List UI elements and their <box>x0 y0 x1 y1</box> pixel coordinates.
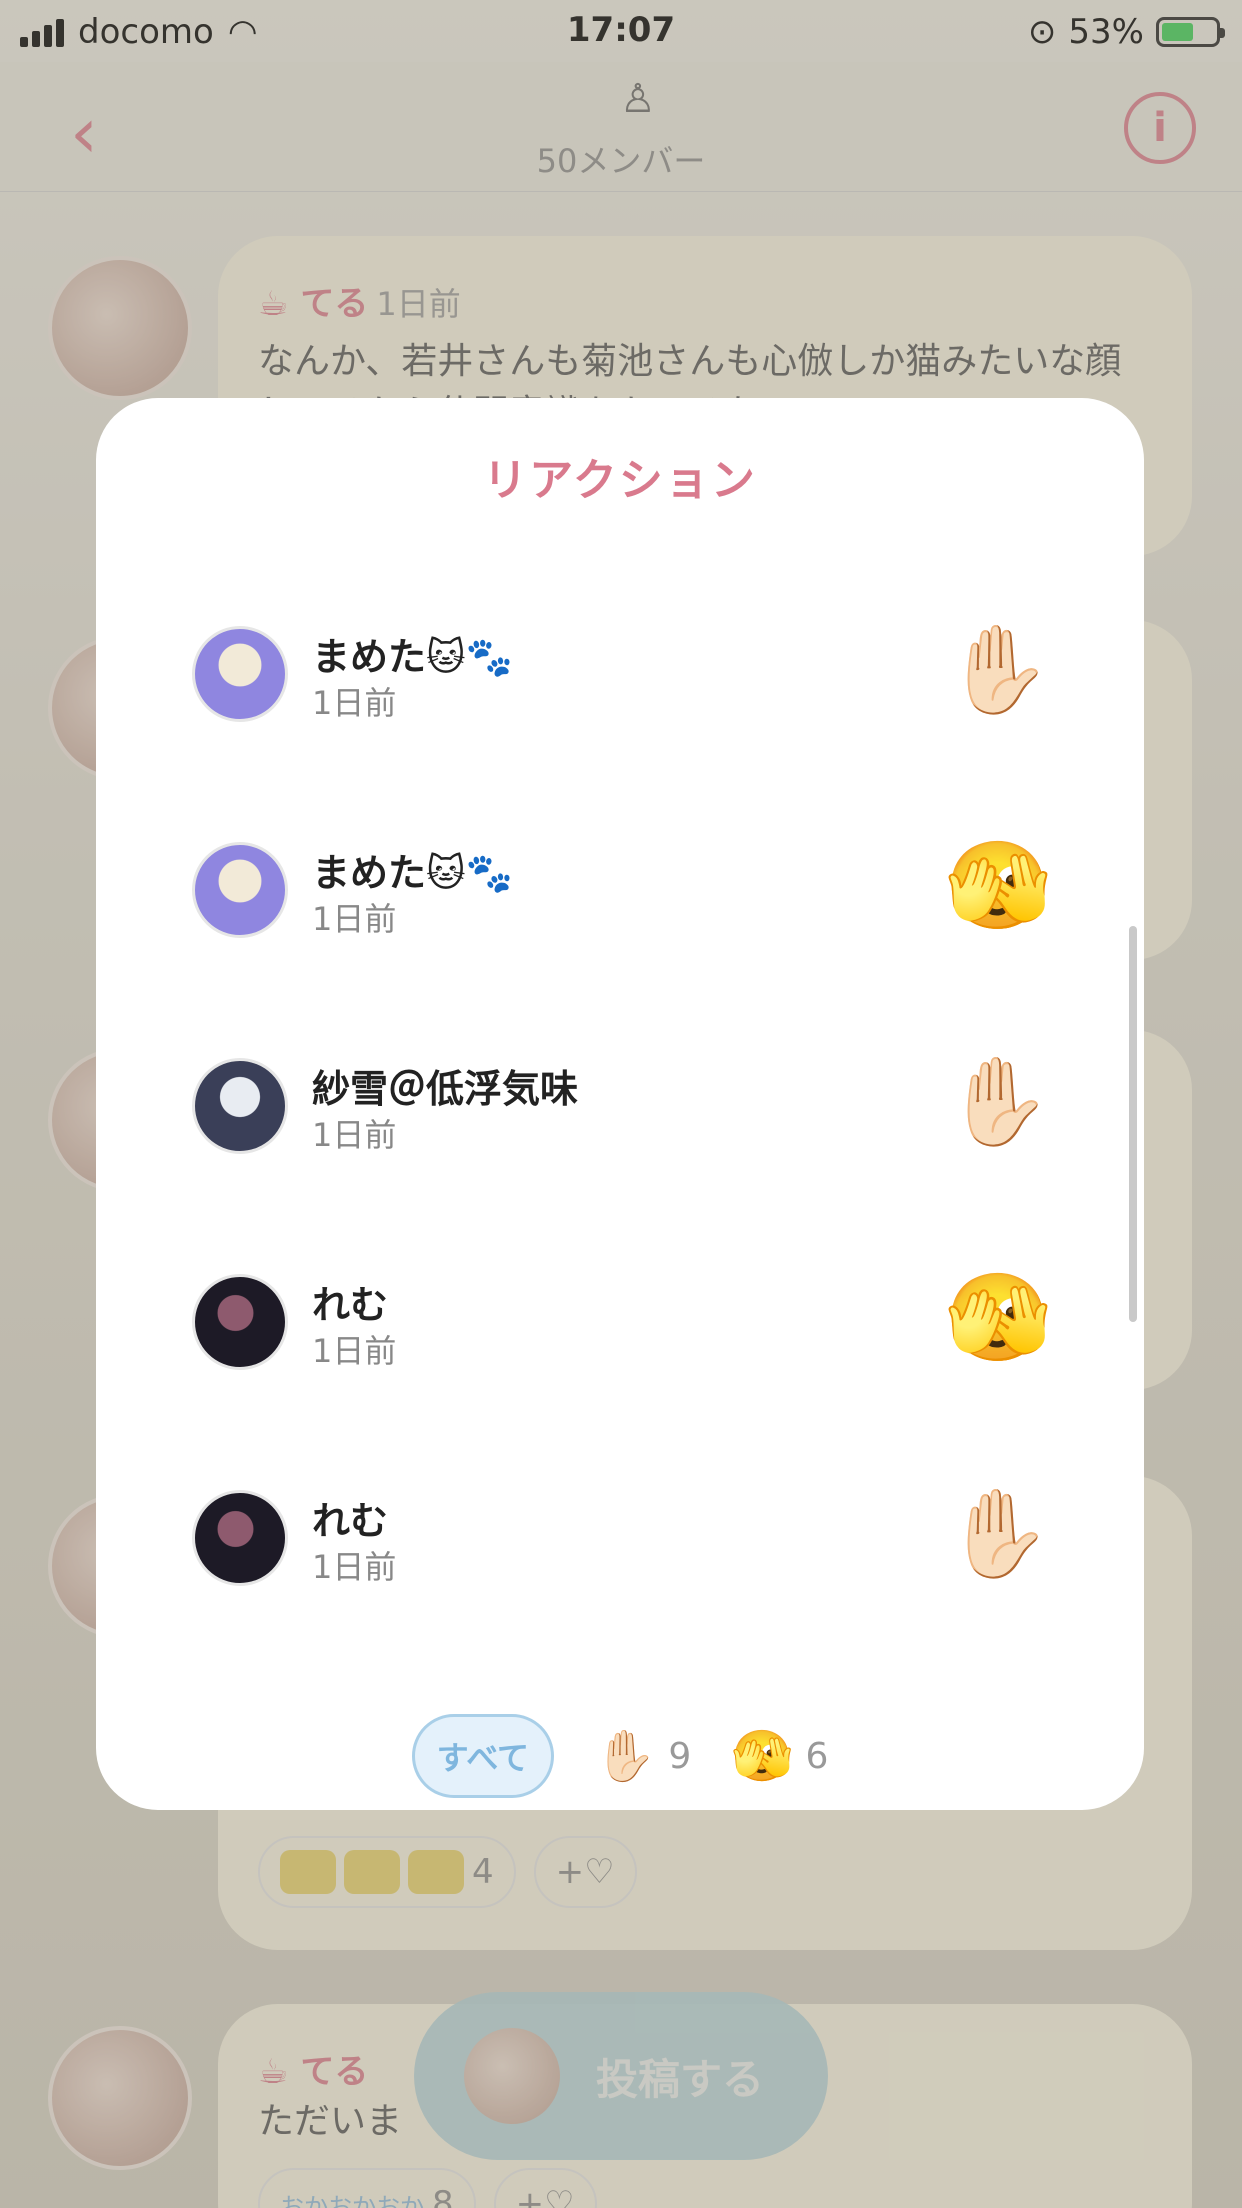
avatar <box>192 842 288 938</box>
tab-face-peeking[interactable]: 🫣 6 <box>731 1727 828 1786</box>
reaction-time: 1日前 <box>312 1116 397 1154</box>
raised-hand-icon: ✋🏻 <box>944 1052 1052 1152</box>
face-peeking-icon: 🫣 <box>944 836 1052 936</box>
raised-hand-icon: ✋🏻 <box>944 620 1052 720</box>
reaction-user-name: れむ <box>312 1499 389 1543</box>
reaction-row[interactable]: れむ 1日前 🫣 <box>192 1264 1052 1384</box>
face-peeking-icon: 🫣 <box>731 1726 794 1785</box>
reactions-modal: リアクション まめた🐱🐾 1日前 ✋🏻 まめた🐱🐾 1日前 🫣 紗雪＠低浮気味 … <box>96 398 1144 1810</box>
scrollbar[interactable] <box>1129 926 1137 1322</box>
tab-count: 9 <box>668 1735 692 1777</box>
raised-hand-icon: ✋🏻 <box>944 1484 1052 1584</box>
reaction-time: 1日前 <box>312 1548 397 1586</box>
face-peeking-icon: 🫣 <box>944 1268 1052 1368</box>
reaction-user-name: れむ <box>312 1283 389 1327</box>
reaction-time: 1日前 <box>312 684 397 722</box>
reaction-time: 1日前 <box>312 1332 397 1370</box>
reaction-user-name: まめた🐱🐾 <box>312 851 513 895</box>
avatar <box>192 1274 288 1370</box>
avatar <box>192 1490 288 1586</box>
reaction-time: 1日前 <box>312 900 397 938</box>
reaction-row[interactable]: れむ 1日前 ✋🏻 <box>192 1480 1052 1600</box>
avatar <box>192 1058 288 1154</box>
tab-raised-hand[interactable]: ✋🏻 9 <box>594 1727 691 1786</box>
reaction-user-name: まめた🐱🐾 <box>312 635 513 679</box>
raised-hand-icon: ✋🏻 <box>594 1726 657 1785</box>
tab-count: 6 <box>805 1735 829 1777</box>
modal-title: リアクション <box>483 455 757 506</box>
reaction-user-name: 紗雪＠低浮気味 <box>312 1067 579 1111</box>
reaction-filter-tabs: すべて ✋🏻 9 🫣 6 <box>96 1714 1144 1798</box>
reaction-row[interactable]: まめた🐱🐾 1日前 ✋🏻 <box>192 616 1052 736</box>
tab-all[interactable]: すべて <box>411 1714 555 1798</box>
reaction-row[interactable]: まめた🐱🐾 1日前 🫣 <box>192 832 1052 952</box>
avatar <box>192 626 288 722</box>
reaction-row[interactable]: 紗雪＠低浮気味 1日前 ✋🏻 <box>192 1048 1052 1168</box>
